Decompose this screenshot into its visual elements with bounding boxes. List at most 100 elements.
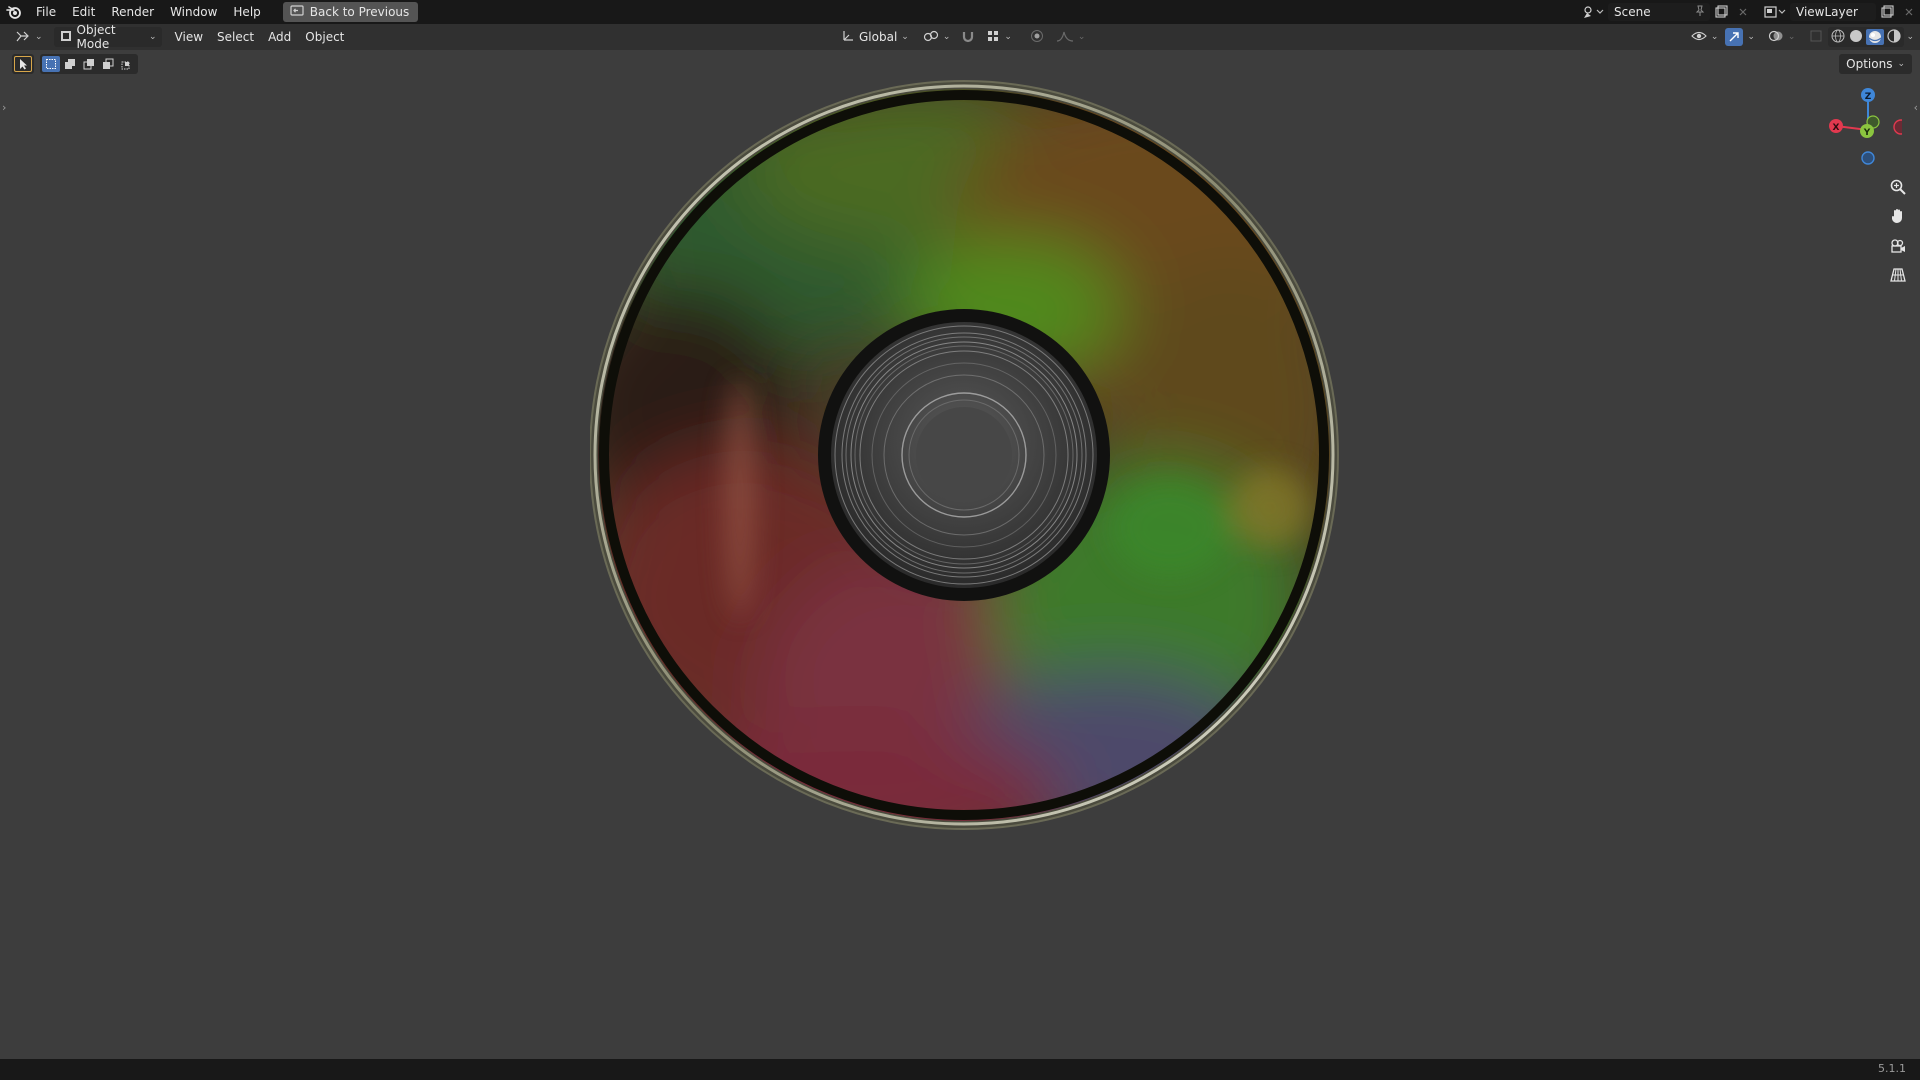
header-menu-object[interactable]: Object xyxy=(298,27,351,47)
back-to-previous-label: Back to Previous xyxy=(309,5,410,19)
tool-row xyxy=(12,54,138,74)
chevron-down-icon: ⌄ xyxy=(149,32,157,42)
select-extend-icon[interactable] xyxy=(61,56,79,72)
menu-window[interactable]: Window xyxy=(162,0,225,24)
version-label: 5.1.1 xyxy=(1878,1062,1906,1075)
negative-z-axis-handle[interactable] xyxy=(1861,151,1875,165)
status-bar: 5.1.1 xyxy=(0,1059,1920,1080)
top-right-group: Scene ViewLayer xyxy=(1578,0,1920,24)
rendered-shading-icon[interactable] xyxy=(1886,28,1902,47)
object-mode-icon xyxy=(59,29,73,46)
camera-icon xyxy=(1889,237,1907,258)
menu-file[interactable]: File xyxy=(28,0,64,24)
solid-shading-icon[interactable] xyxy=(1848,28,1864,47)
viewport-header: ⌄ Object Mode ⌄ View Select Add Object G… xyxy=(0,23,1920,51)
select-subtract-icon[interactable] xyxy=(80,56,98,72)
axis-gizmo-svg[interactable]: Z X Y xyxy=(1818,86,1909,170)
scene-browse-icon[interactable] xyxy=(1578,2,1608,22)
material-preview-shading-icon[interactable] xyxy=(1866,29,1885,45)
proportional-editing-toggle[interactable] xyxy=(1027,27,1047,47)
menu-render[interactable]: Render xyxy=(103,0,162,24)
eye-selectability-icon xyxy=(1691,29,1707,46)
orientation-axes-icon xyxy=(841,29,855,46)
chevron-down-icon: ⌄ xyxy=(1747,32,1755,42)
chevron-down-icon: ⌄ xyxy=(1787,32,1796,42)
zoom-view-button[interactable] xyxy=(1884,174,1912,202)
x-axis-label: X xyxy=(1833,123,1840,133)
view-layer-browse-icon[interactable] xyxy=(1760,2,1790,22)
chevron-down-icon: ⌄ xyxy=(1077,32,1086,42)
camera-view-button[interactable] xyxy=(1884,233,1912,261)
falloff-dropdown[interactable]: ⌄ xyxy=(1051,27,1091,47)
back-to-previous-button[interactable]: Back to Previous xyxy=(282,2,419,22)
select-intersect-icon[interactable] xyxy=(118,56,136,72)
new-view-layer-icon[interactable] xyxy=(1876,2,1898,22)
negative-x-axis-handle[interactable] xyxy=(1893,119,1909,135)
chevron-down-icon: ⌄ xyxy=(1906,32,1914,42)
snap-grid-icon xyxy=(986,29,1000,46)
editor-type-dropdown[interactable]: ⌄ xyxy=(10,27,48,47)
blender-logo-icon[interactable] xyxy=(0,0,28,24)
visibility-dropdown[interactable]: ⌄ xyxy=(1686,27,1724,47)
transform-orientation-dropdown[interactable]: Global ⌄ xyxy=(836,27,914,47)
snap-target-dropdown[interactable]: ⌄ xyxy=(981,27,1017,47)
select-new-icon[interactable] xyxy=(42,56,60,72)
zoom-magnifier-icon xyxy=(1889,178,1907,199)
perspective-toggle-button[interactable] xyxy=(1884,262,1912,290)
snap-toggle[interactable] xyxy=(959,27,977,47)
object-mode-label: Object Mode xyxy=(76,23,116,51)
pin-icon[interactable] xyxy=(1694,5,1706,20)
viewport-editor-icon xyxy=(15,29,31,46)
grid-perspective-icon xyxy=(1889,266,1907,287)
chevron-down-icon: ⌄ xyxy=(35,32,43,42)
menu-edit[interactable]: Edit xyxy=(64,0,103,24)
gizmo-toggle[interactable]: ⌄ xyxy=(1723,27,1757,47)
toolbar-expand-arrow-icon[interactable]: › xyxy=(2,101,6,114)
y-axis-label: Y xyxy=(1863,128,1871,138)
sidebar-expand-arrow-icon[interactable]: ‹ xyxy=(1914,101,1918,114)
gizmo-arrow-icon xyxy=(1725,28,1744,46)
view-layer-field[interactable]: ViewLayer xyxy=(1790,3,1876,21)
header-menu-add[interactable]: Add xyxy=(261,27,298,47)
header-menu-view[interactable]: View xyxy=(168,27,210,47)
header-center-tools: Global ⌄ ⌄ ⌄ ⌄ xyxy=(836,27,1090,47)
delete-scene-icon[interactable] xyxy=(1732,2,1754,22)
pivot-point-dropdown[interactable]: ⌄ xyxy=(918,27,956,47)
chevron-down-icon: ⌄ xyxy=(1897,59,1905,69)
transform-orientation-label: Global xyxy=(859,30,898,44)
shading-options-dropdown[interactable]: ⌄ xyxy=(1904,27,1920,47)
header-menu-select[interactable]: Select xyxy=(210,27,261,47)
options-dropdown[interactable]: Options ⌄ xyxy=(1839,54,1912,74)
chevron-down-icon: ⌄ xyxy=(942,32,951,42)
back-screen-icon xyxy=(290,4,304,20)
navigation-gizmo[interactable]: Z X Y xyxy=(1818,86,1909,170)
delete-view-layer-icon[interactable] xyxy=(1898,2,1920,22)
pan-view-button[interactable] xyxy=(1884,203,1912,231)
proportional-circle-icon xyxy=(1030,29,1044,46)
object-mode-dropdown[interactable]: Object Mode ⌄ xyxy=(53,23,162,51)
overlays-icon xyxy=(1768,29,1784,46)
new-scene-icon[interactable] xyxy=(1710,2,1732,22)
view-layer-name: ViewLayer xyxy=(1796,5,1858,19)
chevron-down-icon: ⌄ xyxy=(1004,32,1012,42)
menu-help[interactable]: Help xyxy=(225,0,268,24)
wireframe-shading-icon[interactable] xyxy=(1830,28,1846,47)
xray-toggle[interactable] xyxy=(1806,27,1826,47)
chevron-down-icon: ⌄ xyxy=(1710,32,1719,42)
top-bar: File Edit Render Window Help Back to Pre… xyxy=(0,0,1920,24)
xray-icon xyxy=(1809,29,1823,46)
selection-mode-box xyxy=(40,54,138,74)
header-right-tools: ⌄ ⌄ ⌄ ⌄ xyxy=(1686,27,1920,47)
overlays-dropdown[interactable]: ⌄ xyxy=(1763,27,1801,47)
hand-icon xyxy=(1889,207,1907,228)
disc-center-hole xyxy=(916,407,1012,503)
active-tool-box xyxy=(12,54,34,74)
cd-disc-object[interactable] xyxy=(589,78,1340,834)
options-label: Options xyxy=(1846,57,1893,71)
z-axis-label: Z xyxy=(1865,92,1872,102)
select-difference-icon[interactable] xyxy=(99,56,117,72)
falloff-curve-icon xyxy=(1056,29,1074,46)
pivot-link-icon xyxy=(923,29,939,46)
scene-name-field[interactable]: Scene xyxy=(1608,3,1710,21)
select-cursor-tool-icon[interactable] xyxy=(14,56,32,72)
